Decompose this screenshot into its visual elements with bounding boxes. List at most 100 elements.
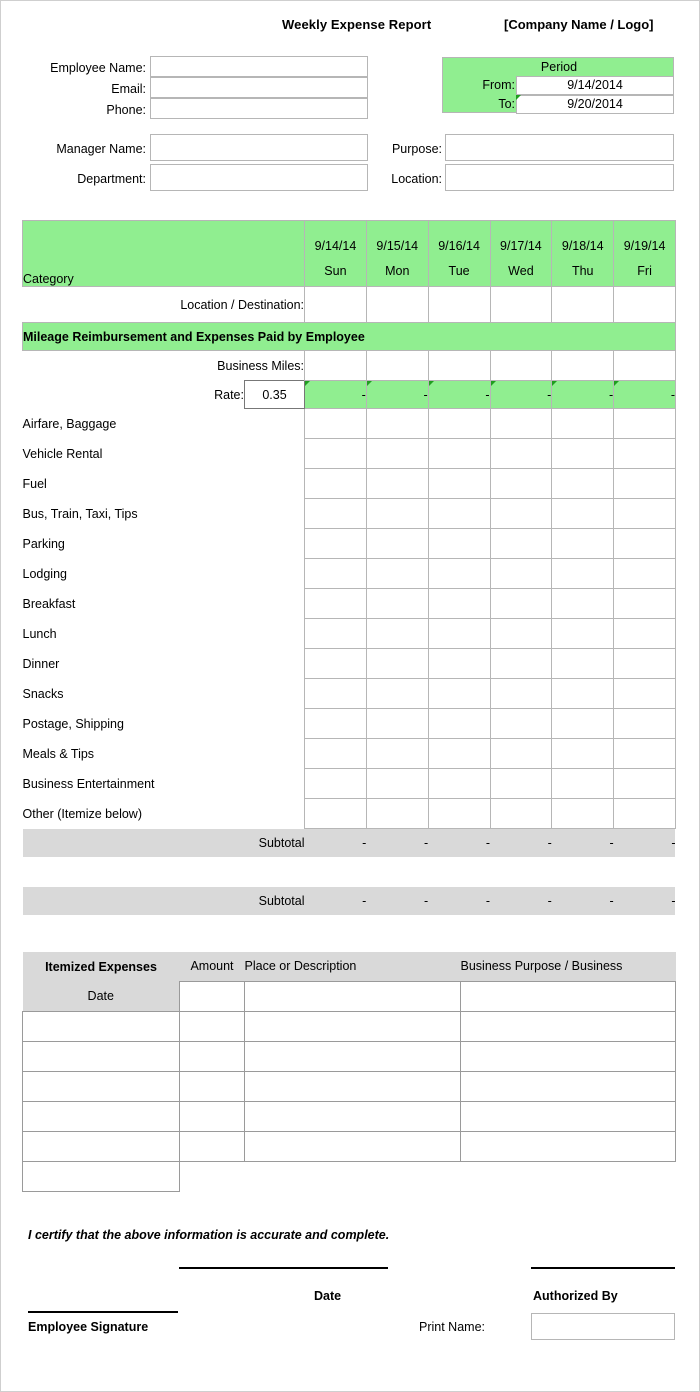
itemized-amount-cell-0[interactable]: [179, 980, 245, 1012]
employee-name-input[interactable]: [150, 56, 368, 77]
itemized-purpose-cell-5[interactable]: [460, 1130, 676, 1162]
expense-cell-3-4[interactable]: [551, 498, 615, 529]
expense-cell-10-2[interactable]: [427, 708, 491, 739]
itemized-place-cell-2[interactable]: [244, 1040, 461, 1072]
expense-cell-6-3[interactable]: [489, 588, 553, 619]
expense-cell-13-5[interactable]: [613, 798, 676, 829]
expense-cell-4-1[interactable]: [365, 528, 429, 559]
expense-cell-1-3[interactable]: [489, 438, 553, 469]
expense-cell-8-2[interactable]: [427, 648, 491, 679]
expense-cell-6-2[interactable]: [427, 588, 491, 619]
business-miles-cell-5[interactable]: [613, 350, 676, 381]
phone-input[interactable]: [150, 98, 368, 119]
expense-cell-2-1[interactable]: [365, 468, 429, 499]
expense-cell-9-4[interactable]: [551, 678, 615, 709]
print-name-input[interactable]: [531, 1313, 675, 1340]
itemized-amount-cell-1[interactable]: [179, 1010, 245, 1042]
itemized-purpose-cell-4[interactable]: [460, 1100, 676, 1132]
location-cell-5[interactable]: [613, 286, 676, 323]
expense-cell-4-0[interactable]: [304, 528, 367, 559]
expense-cell-4-4[interactable]: [551, 528, 615, 559]
expense-cell-8-0[interactable]: [304, 648, 367, 679]
business-miles-cell-3[interactable]: [489, 350, 553, 381]
location-cell-4[interactable]: [551, 286, 615, 323]
expense-cell-12-2[interactable]: [427, 768, 491, 799]
expense-cell-4-5[interactable]: [613, 528, 676, 559]
expense-cell-8-4[interactable]: [551, 648, 615, 679]
expense-cell-13-3[interactable]: [489, 798, 553, 829]
expense-cell-11-1[interactable]: [365, 738, 429, 769]
expense-cell-10-1[interactable]: [365, 708, 429, 739]
itemized-purpose-cell-3[interactable]: [460, 1070, 676, 1102]
expense-cell-1-0[interactable]: [304, 438, 367, 469]
expense-cell-8-1[interactable]: [365, 648, 429, 679]
expense-cell-11-0[interactable]: [304, 738, 367, 769]
expense-cell-10-4[interactable]: [551, 708, 615, 739]
expense-cell-2-2[interactable]: [427, 468, 491, 499]
itemized-amount-cell-2[interactable]: [179, 1040, 245, 1072]
expense-cell-10-5[interactable]: [613, 708, 676, 739]
location-cell-2[interactable]: [427, 286, 491, 323]
purpose-input[interactable]: [445, 134, 674, 161]
expense-cell-0-4[interactable]: [551, 408, 615, 439]
expense-cell-1-5[interactable]: [613, 438, 676, 469]
expense-cell-6-0[interactable]: [304, 588, 367, 619]
department-input[interactable]: [150, 164, 368, 191]
expense-cell-4-3[interactable]: [489, 528, 553, 559]
rate-value-input[interactable]: 0.35: [243, 380, 306, 409]
expense-cell-0-1[interactable]: [365, 408, 429, 439]
expense-cell-3-2[interactable]: [427, 498, 491, 529]
expense-cell-3-3[interactable]: [489, 498, 553, 529]
expense-cell-9-3[interactable]: [489, 678, 553, 709]
expense-cell-2-4[interactable]: [551, 468, 615, 499]
period-to-value[interactable]: 9/20/2014: [516, 95, 674, 114]
itemized-purpose-cell-2[interactable]: [460, 1040, 676, 1072]
location-cell-0[interactable]: [304, 286, 367, 323]
expense-cell-7-2[interactable]: [427, 618, 491, 649]
itemized-amount-cell-4[interactable]: [179, 1100, 245, 1132]
expense-cell-11-4[interactable]: [551, 738, 615, 769]
business-miles-cell-0[interactable]: [304, 350, 367, 381]
expense-cell-7-3[interactable]: [489, 618, 553, 649]
expense-cell-7-4[interactable]: [551, 618, 615, 649]
expense-cell-0-5[interactable]: [613, 408, 676, 439]
expense-cell-6-1[interactable]: [365, 588, 429, 619]
expense-cell-5-0[interactable]: [304, 558, 367, 589]
location-input[interactable]: [445, 164, 674, 191]
expense-cell-11-5[interactable]: [613, 738, 676, 769]
expense-cell-12-3[interactable]: [489, 768, 553, 799]
itemized-place-cell-1[interactable]: [244, 1010, 461, 1042]
itemized-date-cell-5[interactable]: [22, 1130, 180, 1162]
expense-cell-9-2[interactable]: [427, 678, 491, 709]
itemized-date-cell-4[interactable]: [22, 1100, 180, 1132]
itemized-amount-cell-5[interactable]: [179, 1130, 245, 1162]
expense-cell-11-2[interactable]: [427, 738, 491, 769]
business-miles-cell-1[interactable]: [365, 350, 429, 381]
expense-cell-8-5[interactable]: [613, 648, 676, 679]
itemized-date-cell-3[interactable]: [22, 1070, 180, 1102]
expense-cell-1-2[interactable]: [427, 438, 491, 469]
expense-cell-0-3[interactable]: [489, 408, 553, 439]
expense-cell-2-3[interactable]: [489, 468, 553, 499]
expense-cell-5-2[interactable]: [427, 558, 491, 589]
expense-cell-7-5[interactable]: [613, 618, 676, 649]
manager-name-input[interactable]: [150, 134, 368, 161]
expense-cell-5-1[interactable]: [365, 558, 429, 589]
expense-cell-12-4[interactable]: [551, 768, 615, 799]
expense-cell-2-0[interactable]: [304, 468, 367, 499]
period-from-value[interactable]: 9/14/2014: [516, 76, 674, 95]
expense-cell-13-0[interactable]: [304, 798, 367, 829]
expense-cell-3-0[interactable]: [304, 498, 367, 529]
expense-cell-1-1[interactable]: [365, 438, 429, 469]
expense-cell-5-5[interactable]: [613, 558, 676, 589]
expense-cell-3-5[interactable]: [613, 498, 676, 529]
expense-cell-12-5[interactable]: [613, 768, 676, 799]
expense-cell-1-4[interactable]: [551, 438, 615, 469]
expense-cell-4-2[interactable]: [427, 528, 491, 559]
location-cell-3[interactable]: [489, 286, 553, 323]
expense-cell-6-4[interactable]: [551, 588, 615, 619]
expense-cell-13-1[interactable]: [365, 798, 429, 829]
expense-cell-9-0[interactable]: [304, 678, 367, 709]
itemized-date-cell-last[interactable]: [22, 1160, 180, 1192]
expense-cell-0-0[interactable]: [304, 408, 367, 439]
